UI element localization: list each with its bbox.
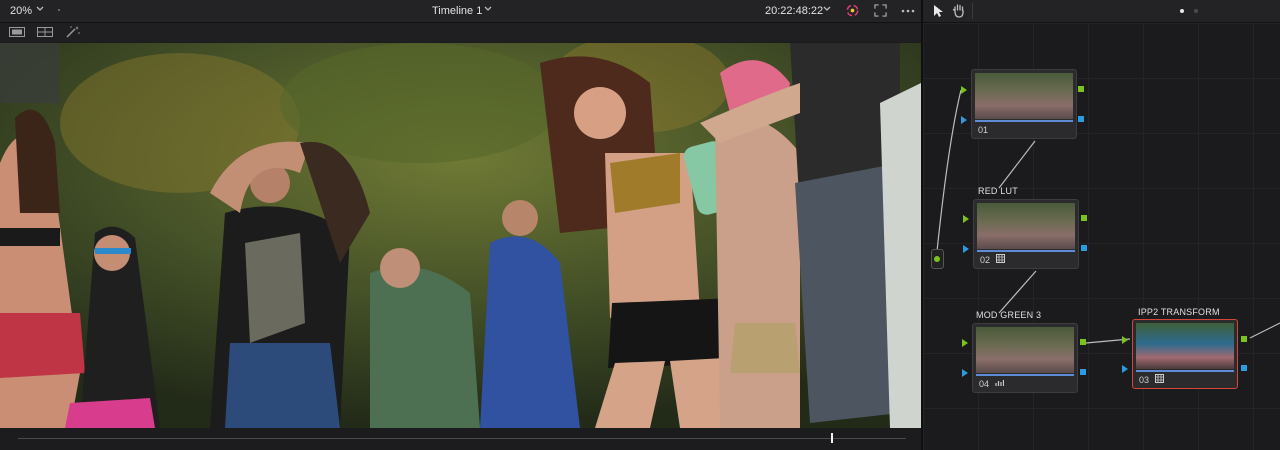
scrub-track[interactable] <box>18 438 906 439</box>
node-03[interactable]: 03 <box>1132 319 1238 389</box>
node-thumbnail <box>977 203 1075 249</box>
key-input-port[interactable] <box>961 116 967 124</box>
node-progress-bar <box>977 250 1075 252</box>
key-output-port[interactable] <box>1081 245 1087 251</box>
rgb-input-port[interactable] <box>962 339 968 347</box>
rgb-output-port[interactable] <box>1078 86 1084 92</box>
node-editor-header <box>923 0 1280 23</box>
key-output-port[interactable] <box>1241 365 1247 371</box>
key-output-port[interactable] <box>1078 116 1084 122</box>
viewer-toolbar <box>0 23 922 42</box>
lut-icon <box>996 254 1005 263</box>
playhead[interactable] <box>830 433 833 443</box>
key-input-port[interactable] <box>962 369 968 377</box>
more-icon[interactable] <box>900 8 916 14</box>
page-dot[interactable] <box>1194 9 1198 13</box>
festival-photo <box>0 43 921 428</box>
node-number: 02 <box>980 255 991 265</box>
chevron-down-icon[interactable] <box>483 4 493 14</box>
node-02[interactable]: 02 <box>973 199 1079 269</box>
node-progress-bar <box>975 120 1073 122</box>
viewer-header: 20% Timeline 1 20:22:48:22 <box>0 0 922 23</box>
input-dot <box>934 256 940 262</box>
pointer-icon[interactable] <box>932 4 944 18</box>
node-label: RED LUT <box>978 186 1018 196</box>
magic-wand-icon[interactable] <box>64 25 82 39</box>
timecode[interactable]: 20:22:48:22 <box>765 5 823 17</box>
node-number: 03 <box>1139 375 1150 385</box>
rgb-input-port[interactable] <box>961 86 967 94</box>
separator-dot <box>58 9 60 11</box>
key-input-port[interactable] <box>1122 365 1128 373</box>
node-number: 01 <box>978 125 989 135</box>
viewer-image[interactable] <box>0 43 921 428</box>
rgb-input-port[interactable] <box>1122 336 1128 344</box>
node-04[interactable]: 04 <box>972 323 1078 393</box>
color-wheel-icon[interactable] <box>845 3 860 18</box>
chevron-down-icon[interactable] <box>822 4 832 14</box>
node-01[interactable]: 01 <box>971 69 1077 139</box>
scrub-bar[interactable] <box>0 428 922 450</box>
split-view-icon[interactable] <box>36 25 54 39</box>
node-label: MOD GREEN 3 <box>976 310 1042 320</box>
key-output-port[interactable] <box>1080 369 1086 375</box>
chevron-down-icon[interactable] <box>35 4 45 14</box>
rgb-output-port[interactable] <box>1080 339 1086 345</box>
lut-icon <box>1155 374 1164 383</box>
fullscreen-icon[interactable] <box>874 4 887 17</box>
key-input-port[interactable] <box>963 245 969 253</box>
rgb-output-port[interactable] <box>1241 336 1247 342</box>
rgb-output-port[interactable] <box>1081 215 1087 221</box>
node-label: IPP2 TRANSFORM <box>1138 307 1220 317</box>
hand-icon[interactable] <box>952 3 966 18</box>
node-thumbnail <box>975 73 1073 119</box>
zoom-level[interactable]: 20% <box>10 5 32 17</box>
node-progress-bar <box>1136 370 1234 372</box>
separator <box>972 3 973 19</box>
node-number: 04 <box>979 379 990 389</box>
curves-icon <box>995 380 1004 386</box>
timeline-name[interactable]: Timeline 1 <box>432 5 482 17</box>
page-dot-active[interactable] <box>1180 9 1184 13</box>
input-source[interactable] <box>931 249 944 269</box>
node-graph[interactable]: 01 RED LUT 02 MOD GREEN 3 04 IPP2 TRANSF… <box>923 23 1280 450</box>
node-thumbnail <box>976 327 1074 373</box>
node-thumbnail <box>1136 323 1234 369</box>
node-progress-bar <box>976 374 1074 376</box>
single-viewer-icon[interactable] <box>8 25 26 39</box>
rgb-input-port[interactable] <box>963 215 969 223</box>
